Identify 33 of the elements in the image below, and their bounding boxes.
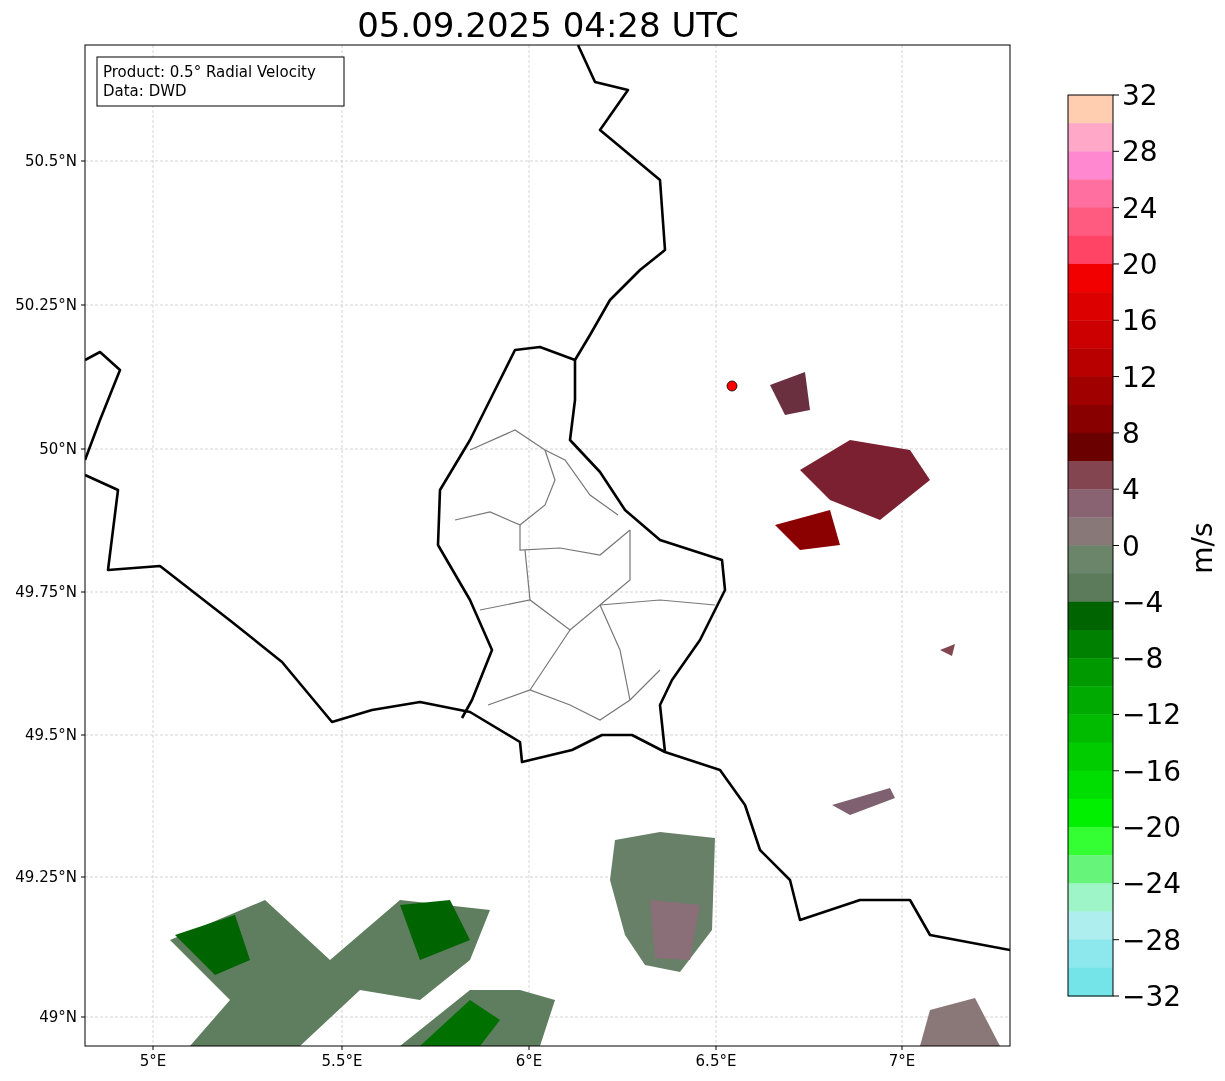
colorbar-unit-label: m/s bbox=[1186, 522, 1219, 574]
longitude-label: 5.5°E bbox=[321, 1052, 363, 1070]
colorbar-tick-label: 0 bbox=[1122, 529, 1140, 563]
colorbar-tick-label: 20 bbox=[1122, 247, 1158, 281]
longitude-label: 6.5°E bbox=[695, 1052, 737, 1070]
colorbar-tick-label: −12 bbox=[1122, 698, 1182, 732]
chart-title: 05.09.2025 04:28 UTC bbox=[357, 5, 739, 45]
colorbar-tick-label: −32 bbox=[1122, 980, 1182, 1013]
longitude-label: 6°E bbox=[515, 1052, 543, 1070]
latitude-label: 50.5°N bbox=[24, 152, 77, 170]
longitude-label: 7°E bbox=[888, 1052, 916, 1070]
latitude-label: 49.25°N bbox=[15, 868, 77, 886]
latitude-label: 49°N bbox=[39, 1008, 77, 1026]
colorbar-tick-label: −24 bbox=[1122, 867, 1182, 901]
colorbar-tick-label: 12 bbox=[1122, 360, 1158, 394]
colorbar-tick-label: 4 bbox=[1122, 473, 1140, 507]
colorbar-tick-label: −20 bbox=[1122, 811, 1182, 845]
latitude-label: 50.25°N bbox=[15, 296, 77, 314]
colorbar-tick-label: −8 bbox=[1122, 642, 1164, 676]
latitude-label: 49.5°N bbox=[24, 726, 77, 744]
colorbar-tick-label: 16 bbox=[1122, 304, 1158, 338]
colorbar-tick-label: 28 bbox=[1122, 135, 1158, 169]
latitude-label: 49.75°N bbox=[15, 583, 77, 601]
info-text: Product: 0.5° Radial Velocity bbox=[103, 63, 316, 81]
colorbar-tick-label: 24 bbox=[1122, 191, 1158, 225]
colorbar-tick-label: −4 bbox=[1122, 585, 1164, 619]
longitude-label: 5°E bbox=[139, 1052, 167, 1070]
colorbar-tick-label: 32 bbox=[1122, 79, 1158, 112]
info-text: Data: DWD bbox=[103, 82, 187, 100]
colorbar-tick-label: −28 bbox=[1122, 923, 1182, 957]
latitude-label: 50°N bbox=[39, 440, 77, 458]
colorbar-tick-label: −16 bbox=[1122, 754, 1182, 788]
colorbar-tick-label: 8 bbox=[1122, 416, 1140, 450]
